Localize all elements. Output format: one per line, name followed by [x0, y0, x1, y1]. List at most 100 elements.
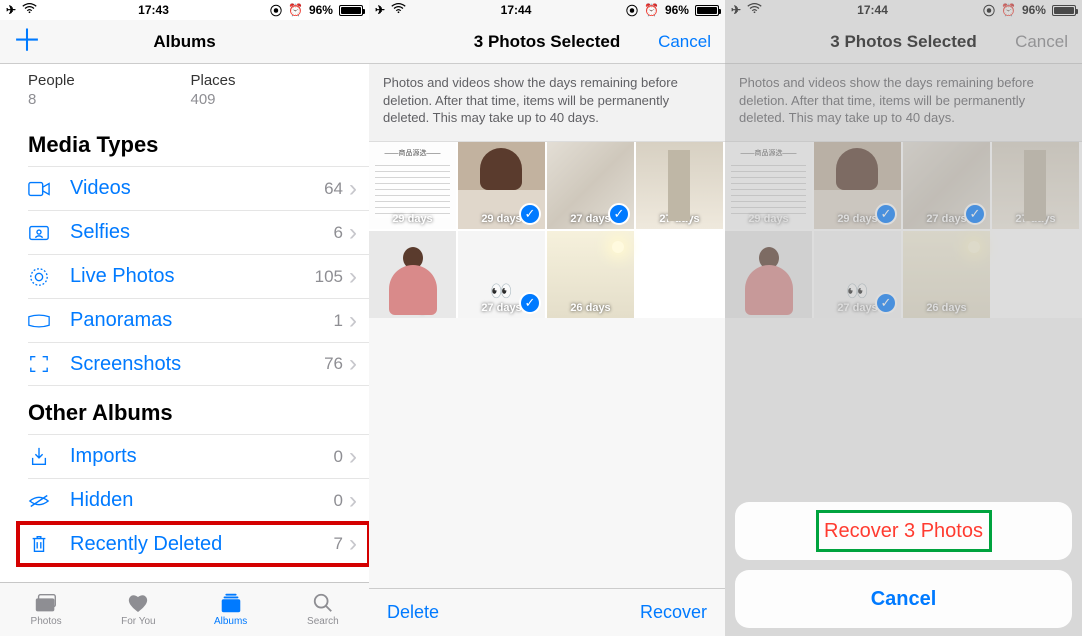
chevron-icon: › [349, 487, 357, 515]
nav-title: 3 Photos Selected [474, 32, 620, 52]
nav-bar: 3 Photos Selected Cancel [725, 20, 1082, 64]
clock: 17:44 [501, 3, 532, 17]
row-label: Live Photos [56, 265, 315, 288]
thumb: 27 days✓ [814, 231, 901, 318]
alarm-icon: ⏰ [288, 3, 303, 17]
thumb[interactable]: 27 days✓ [547, 142, 634, 229]
check-icon: ✓ [875, 203, 897, 225]
media-types-header: Media Types [0, 118, 369, 166]
row-selfies[interactable]: Selfies 6 › [28, 210, 369, 254]
trash-icon [28, 534, 56, 554]
recover-button[interactable]: Recover [640, 602, 707, 623]
row-count: 0 [334, 447, 343, 467]
nav-bar: 3 Photos Selected Cancel [369, 20, 725, 64]
tab-label: Photos [31, 616, 62, 627]
bottom-toolbar: Delete Recover [369, 588, 725, 636]
places-label: Places [191, 72, 354, 89]
chevron-icon: › [349, 307, 357, 335]
action-sheet: Recover 3 Photos Cancel [735, 492, 1072, 628]
recover-photos-label: Recover 3 Photos [824, 520, 983, 543]
chevron-icon: › [349, 350, 357, 378]
row-count: 76 [324, 354, 343, 374]
places-count: 409 [191, 91, 354, 108]
alarm-icon: ⏰ [644, 3, 659, 17]
days-label: 26 days [903, 302, 990, 314]
row-count: 1 [334, 311, 343, 331]
delete-button[interactable]: Delete [387, 602, 439, 623]
row-count: 0 [334, 491, 343, 511]
livephotos-icon [28, 267, 56, 287]
thumb [725, 231, 812, 318]
thumb: 29 days✓ [814, 142, 901, 229]
days-label: 27 days [369, 302, 456, 314]
places-cell[interactable]: Places 409 [191, 72, 354, 108]
row-count: 64 [324, 179, 343, 199]
tab-albums[interactable]: Albums [185, 583, 277, 636]
thumb[interactable]: 29 days✓ [458, 142, 545, 229]
thumb[interactable]: 29 days [369, 142, 456, 229]
hidden-icon [28, 491, 56, 511]
chevron-icon: › [349, 530, 357, 558]
recently-deleted-screen: ✈︎ 17:44 ⦿ ⏰ 96% 3 Photos Selected Cance… [369, 0, 725, 636]
airplane-icon: ✈︎ [731, 3, 741, 17]
thumb: 27 days [992, 142, 1079, 229]
check-icon: ✓ [519, 292, 541, 314]
row-imports[interactable]: Imports 0 › [28, 434, 369, 478]
row-label: Screenshots [56, 353, 324, 376]
recover-sheet-screen: ✈︎ 17:44 ⦿ ⏰ 96% 3 Photos Selected Cance… [725, 0, 1082, 636]
row-recently-deleted[interactable]: Recently Deleted 7 › [28, 522, 369, 566]
thumb[interactable]: 27 days✓ [458, 231, 545, 318]
clock: 17:44 [857, 3, 888, 17]
check-icon: ✓ [519, 203, 541, 225]
screenshots-icon [28, 354, 56, 374]
row-screenshots[interactable]: Screenshots 76 › [28, 342, 369, 386]
location-icon: ⦿ [983, 2, 995, 19]
location-icon: ⦿ [270, 2, 282, 19]
chevron-icon: › [349, 263, 357, 291]
imports-icon [28, 447, 56, 467]
row-livephotos[interactable]: Live Photos 105 › [28, 254, 369, 298]
days-label: 29 days [369, 213, 456, 225]
sheet-cancel-label: Cancel [871, 588, 937, 611]
thumb[interactable]: 27 days [636, 142, 723, 229]
video-icon [28, 179, 56, 199]
days-label: 27 days [636, 213, 723, 225]
thumb: 27 days✓ [903, 142, 990, 229]
quick-row: People 8 Places 409 [0, 64, 369, 118]
sheet-cancel-button[interactable]: Cancel [735, 570, 1072, 628]
days-label: 27 days [992, 213, 1079, 225]
location-icon: ⦿ [626, 2, 638, 19]
tab-bar: Photos For You Albums Search [0, 582, 369, 636]
row-videos[interactable]: Videos 64 › [28, 166, 369, 210]
row-label: Recently Deleted [56, 533, 334, 556]
thumb: 26 days [903, 231, 990, 318]
thumb[interactable]: 27 days [369, 231, 456, 318]
battery-percent: 96% [309, 3, 333, 17]
row-label: Imports [56, 445, 334, 468]
cancel-button: Cancel [1015, 32, 1068, 52]
thumb[interactable]: 26 days [547, 231, 634, 318]
tab-label: For You [121, 616, 155, 627]
airplane-icon: ✈︎ [375, 3, 385, 17]
row-panoramas[interactable]: Panoramas 1 › [28, 298, 369, 342]
tab-photos[interactable]: Photos [0, 583, 92, 636]
people-count: 8 [28, 91, 191, 108]
row-hidden[interactable]: Hidden 0 › [28, 478, 369, 522]
recover-photos-button[interactable]: Recover 3 Photos [735, 502, 1072, 560]
wifi-icon [391, 3, 406, 17]
chevron-icon: › [349, 443, 357, 471]
tab-search[interactable]: Search [277, 583, 369, 636]
row-label: Selfies [56, 221, 334, 244]
battery-icon [339, 5, 363, 16]
row-label: Hidden [56, 489, 334, 512]
row-count: 7 [334, 534, 343, 554]
thumbnail-grid: 29 days 29 days✓ 27 days✓ 27 days 27 day… [369, 142, 725, 318]
panoramas-icon [28, 311, 56, 331]
people-cell[interactable]: People 8 [28, 72, 191, 108]
thumbnail-grid: 29 days 29 days✓ 27 days✓ 27 days 27 day… [725, 142, 1082, 318]
cancel-button[interactable]: Cancel [658, 32, 711, 52]
check-icon: ✓ [875, 292, 897, 314]
tab-foryou[interactable]: For You [92, 583, 184, 636]
tab-label: Albums [214, 616, 247, 627]
row-count: 6 [334, 223, 343, 243]
